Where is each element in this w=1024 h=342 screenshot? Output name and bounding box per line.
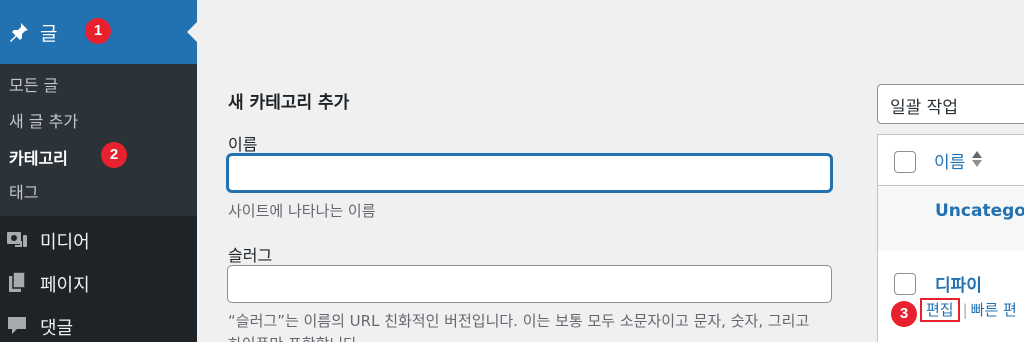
row-checkbox[interactable] [894, 273, 916, 295]
name-label: 이름 [228, 135, 258, 154]
categories-table: 이름 Uncategor 디파이 3 편집|빠른 편 [877, 134, 1024, 342]
submenu-item-tags[interactable]: 태그 [9, 179, 38, 203]
menu-item-comments[interactable]: 댓글 [0, 304, 197, 342]
row-actions: 편집 | 빠른 편 [920, 298, 1017, 322]
menu-item-media-label: 미디어 [40, 232, 90, 253]
slug-input[interactable] [227, 265, 832, 303]
media-icon [7, 232, 27, 247]
edit-link[interactable]: 편집 [920, 298, 960, 322]
action-separator: | [962, 301, 968, 319]
annotation-badge-3: 3 [891, 301, 917, 327]
comment-icon [8, 317, 26, 334]
menu-item-pages[interactable]: 페이지 [0, 261, 197, 303]
current-menu-arrow [187, 22, 197, 42]
form-title: 새 카테고리 추가 [228, 93, 350, 113]
name-input[interactable] [227, 154, 832, 192]
menu-item-posts[interactable]: 글 1 [0, 0, 197, 64]
table-header: 이름 [878, 135, 1024, 186]
annotation-badge-2: 2 [101, 142, 127, 168]
annotation-badge-1: 1 [85, 18, 111, 44]
slug-hint-continued: 하이픈만 포함합니다. [228, 333, 362, 342]
submenu-item-all-posts[interactable]: 모든 글 [9, 72, 58, 96]
submenu-item-categories[interactable]: 카테고리 [9, 145, 68, 169]
bulk-actions-value: 일괄 작업 [890, 98, 958, 118]
category-name-link[interactable]: 디파이 [935, 271, 982, 296]
category-name-link[interactable]: Uncategor [935, 201, 1024, 221]
page-icon [9, 271, 26, 292]
menu-item-posts-label: 글 [40, 23, 58, 45]
quick-edit-link[interactable]: 빠른 편 [971, 301, 1017, 319]
select-all-checkbox[interactable] [894, 151, 916, 173]
name-hint: 사이트에 나타나는 이름 [228, 202, 376, 220]
sort-icon[interactable] [971, 149, 983, 169]
pin-icon [10, 23, 28, 42]
slug-label: 슬러그 [228, 246, 273, 265]
menu-item-media[interactable]: 미디어 [0, 218, 197, 260]
posts-submenu: 모든 글 새 글 추가 카테고리 2 태그 [0, 64, 197, 216]
menu-item-pages-label: 페이지 [40, 275, 90, 296]
menu-item-comments-label: 댓글 [40, 318, 74, 339]
submenu-item-add-new-post[interactable]: 새 글 추가 [9, 108, 78, 132]
column-header-name[interactable]: 이름 [934, 148, 965, 173]
slug-hint: “슬러그”는 이름의 URL 친화적인 버전입니다. 이는 보통 모두 소문자이… [228, 312, 810, 330]
admin-sidebar: 글 1 모든 글 새 글 추가 카테고리 2 태그 미디어 페이지 댓글 [0, 0, 197, 342]
bulk-actions-select[interactable]: 일괄 작업 [877, 84, 1024, 124]
